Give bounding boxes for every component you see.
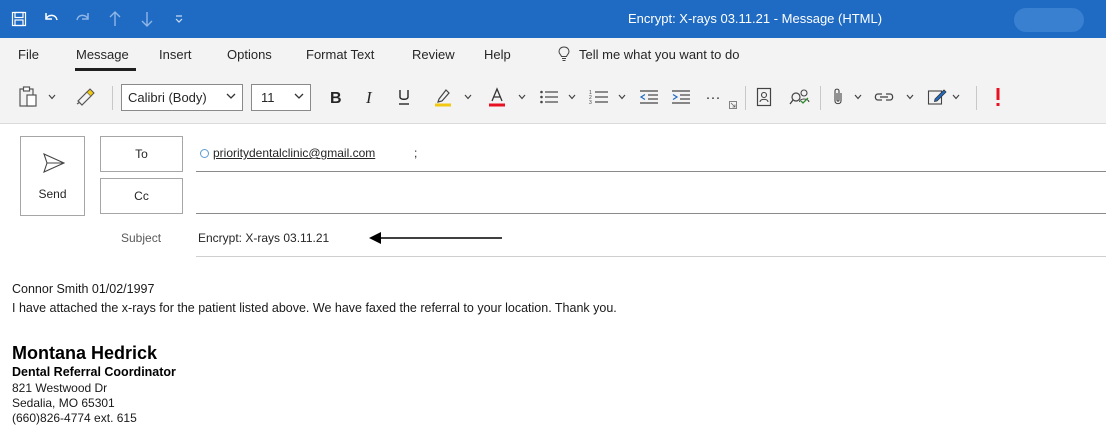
chevron-down-icon bbox=[226, 93, 236, 99]
paste-icon[interactable] bbox=[16, 84, 40, 110]
tab-options[interactable]: Options bbox=[227, 47, 272, 62]
ribbon-separator bbox=[820, 86, 821, 110]
cc-field[interactable] bbox=[196, 183, 1106, 214]
decrease-indent-icon[interactable] bbox=[638, 84, 660, 110]
bold-icon[interactable]: B bbox=[325, 84, 347, 110]
signature-address-line2: Sedalia, MO 65301 bbox=[12, 396, 115, 410]
numbering-icon[interactable]: 123 bbox=[588, 84, 610, 110]
address-book-icon[interactable] bbox=[752, 84, 776, 110]
attach-file-dropdown-icon[interactable] bbox=[852, 84, 864, 110]
svg-text:3: 3 bbox=[589, 100, 592, 105]
menu-bar: File Message Insert Options Format Text … bbox=[0, 38, 1106, 72]
to-field[interactable]: prioritydentalclinic@gmail.com ; bbox=[196, 140, 1106, 172]
numbering-dropdown-icon[interactable] bbox=[616, 84, 628, 110]
font-size-select[interactable]: 11 bbox=[251, 84, 311, 111]
signature-phone: (660)826-4774 ext. 615 bbox=[12, 411, 137, 425]
link-icon[interactable] bbox=[872, 84, 896, 110]
signature-title: Dental Referral Coordinator bbox=[12, 365, 176, 379]
italic-icon[interactable]: I bbox=[360, 84, 382, 110]
tell-me-search[interactable]: Tell me what you want to do bbox=[558, 46, 739, 62]
quick-access-toolbar bbox=[10, 0, 188, 38]
cc-button[interactable]: Cc bbox=[100, 178, 183, 214]
check-names-icon[interactable] bbox=[788, 84, 812, 110]
active-tab-indicator bbox=[75, 68, 136, 71]
ribbon-toolbar: Calibri (Body) 11 B I 123 ··· bbox=[0, 72, 1106, 124]
format-painter-icon[interactable] bbox=[74, 84, 98, 110]
font-color-dropdown-icon[interactable] bbox=[516, 84, 528, 110]
signature-name: Montana Hedrick bbox=[12, 343, 158, 363]
recipient-separator: ; bbox=[414, 146, 418, 160]
title-bar: Encrypt: X-rays 03.11.21 - Message (HTML… bbox=[0, 0, 1106, 38]
bullets-icon[interactable] bbox=[538, 84, 560, 110]
chevron-down-icon bbox=[294, 93, 304, 99]
annotation-arrow-icon bbox=[369, 232, 502, 244]
increase-indent-icon[interactable] bbox=[670, 84, 692, 110]
presence-status-icon bbox=[200, 149, 209, 158]
send-button[interactable]: Send bbox=[20, 136, 85, 216]
body-patient-line: Connor Smith 01/02/1997 bbox=[12, 282, 155, 296]
tab-message[interactable]: Message bbox=[76, 47, 129, 62]
dialog-launcher-icon[interactable] bbox=[728, 100, 738, 110]
send-icon bbox=[43, 153, 65, 173]
lightbulb-icon bbox=[558, 46, 570, 61]
down-arrow-icon[interactable] bbox=[138, 10, 156, 28]
subject-value: Encrypt: X-rays 03.11.21 bbox=[198, 231, 330, 245]
svg-text:B: B bbox=[330, 90, 342, 105]
underline-icon[interactable] bbox=[393, 84, 415, 110]
attach-file-icon[interactable] bbox=[828, 84, 848, 110]
account-avatar[interactable] bbox=[1014, 8, 1084, 32]
font-size-value: 11 bbox=[261, 90, 275, 105]
more-commands-button[interactable]: ··· bbox=[702, 84, 724, 110]
recipient-address[interactable]: prioritydentalclinic@gmail.com bbox=[213, 146, 375, 160]
tab-format-text[interactable]: Format Text bbox=[306, 47, 374, 62]
highlight-dropdown-icon[interactable] bbox=[462, 84, 474, 110]
font-name-value: Calibri (Body) bbox=[128, 90, 207, 105]
body-message-line: I have attached the x-rays for the patie… bbox=[12, 301, 617, 315]
tell-me-text: Tell me what you want to do bbox=[579, 46, 740, 62]
undo-icon[interactable] bbox=[42, 10, 60, 28]
up-arrow-icon[interactable] bbox=[106, 10, 124, 28]
paste-dropdown-icon[interactable] bbox=[46, 84, 58, 110]
subject-label: Subject bbox=[121, 231, 162, 245]
signature-address-line1: 821 Westwood Dr bbox=[12, 381, 108, 395]
tab-insert[interactable]: Insert bbox=[159, 47, 192, 62]
tab-file[interactable]: File bbox=[18, 47, 39, 62]
to-button[interactable]: To bbox=[100, 136, 183, 172]
signature-icon[interactable] bbox=[926, 84, 948, 110]
high-importance-icon[interactable] bbox=[990, 84, 1006, 110]
save-icon[interactable] bbox=[10, 10, 28, 28]
tab-help[interactable]: Help bbox=[484, 47, 511, 62]
font-name-select[interactable]: Calibri (Body) bbox=[121, 84, 243, 111]
tab-review[interactable]: Review bbox=[412, 47, 455, 62]
customize-dropdown-icon[interactable] bbox=[170, 10, 188, 28]
ribbon-separator bbox=[745, 86, 746, 110]
link-dropdown-icon[interactable] bbox=[904, 84, 916, 110]
send-label: Send bbox=[38, 187, 67, 201]
ribbon-separator bbox=[112, 86, 113, 110]
redo-icon[interactable] bbox=[74, 10, 92, 28]
signature-dropdown-icon[interactable] bbox=[950, 84, 962, 110]
subject-field[interactable]: Encrypt: X-rays 03.11.21 bbox=[196, 224, 1106, 257]
window-title: Encrypt: X-rays 03.11.21 - Message (HTML… bbox=[628, 11, 883, 26]
bullets-dropdown-icon[interactable] bbox=[566, 84, 578, 110]
svg-text:I: I bbox=[365, 89, 373, 105]
ribbon-separator bbox=[976, 86, 977, 110]
font-color-icon[interactable] bbox=[486, 84, 508, 110]
highlight-color-icon[interactable] bbox=[432, 84, 454, 110]
